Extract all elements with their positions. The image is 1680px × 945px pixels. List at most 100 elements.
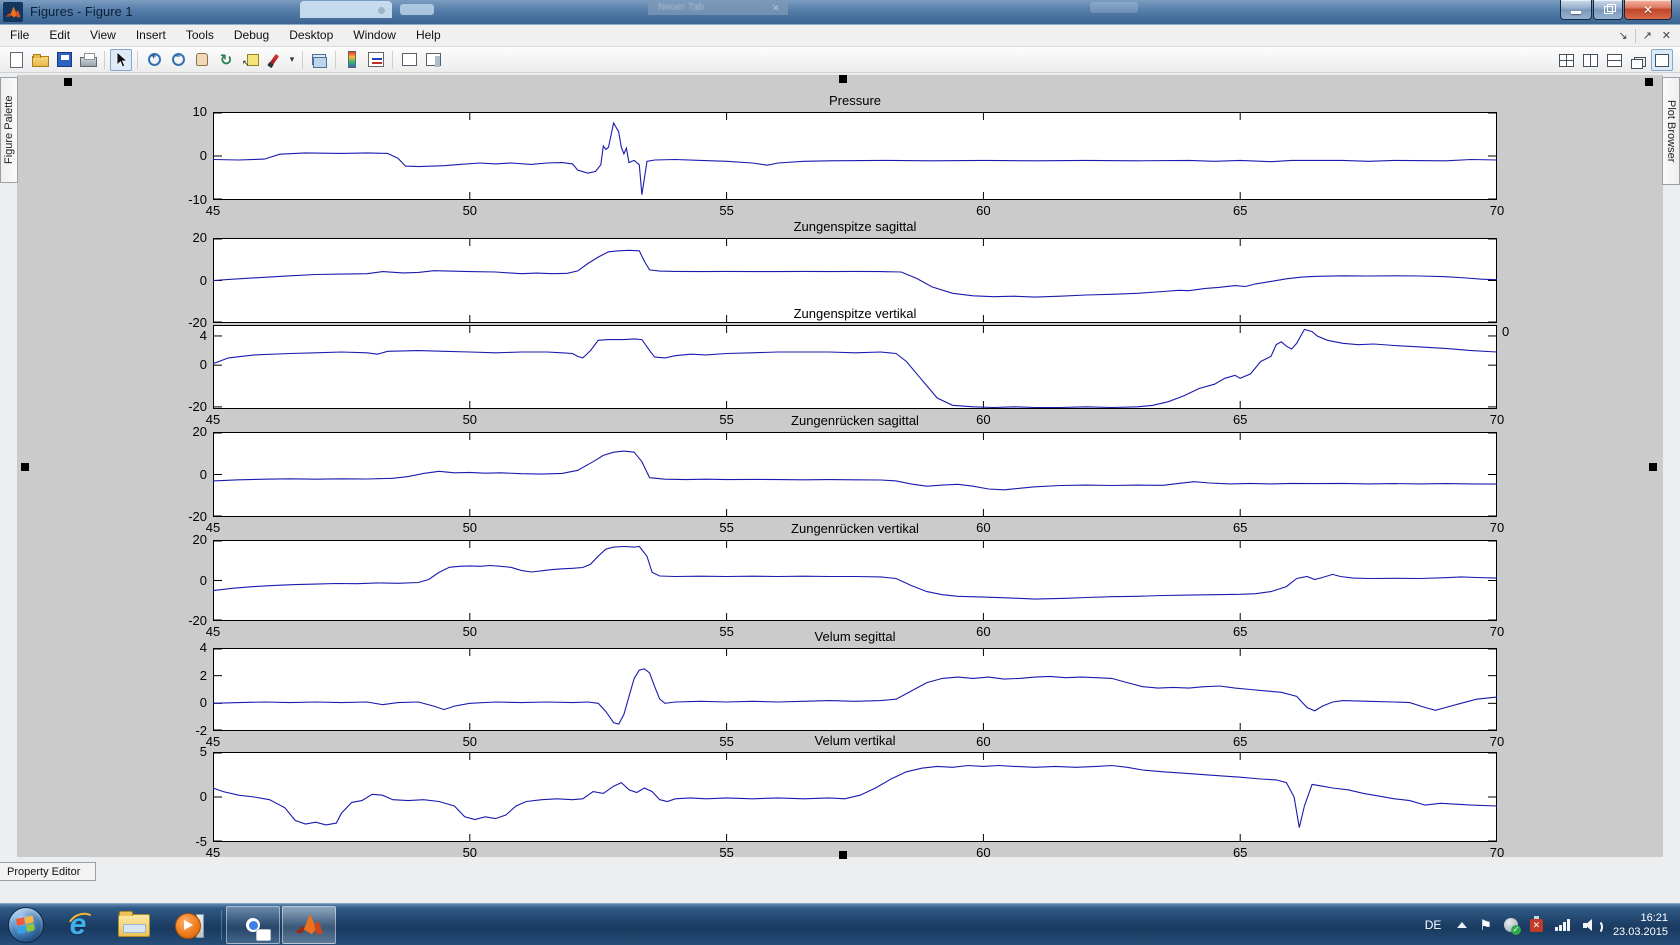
subplot-title-zungenr-cken-vertikal: Zungenrücken vertikal: [213, 521, 1497, 536]
ytick-label-zungenr-cken-sagittal: 0: [163, 467, 207, 482]
taskbar-matlab[interactable]: [282, 906, 336, 944]
taskbar-chrome[interactable]: [226, 906, 280, 944]
menu-window[interactable]: Window: [343, 25, 406, 46]
subplot-plot-area-velum-segittal: [213, 648, 1497, 731]
link-plots-button[interactable]: [308, 49, 330, 71]
xtick-label-velum-vertikal: 45: [193, 845, 233, 860]
show-plot-tools-button[interactable]: [422, 49, 444, 71]
ytick-label-velum-segittal: 4: [163, 640, 207, 655]
subplot-plot-area-zungenspitze-vertikal: [213, 325, 1497, 409]
menu-desktop[interactable]: Desktop: [279, 25, 343, 46]
menu-bar: FileEditViewInsertToolsDebugDesktopWindo…: [0, 25, 1680, 47]
edit-cursor-button[interactable]: [110, 49, 132, 71]
series-line-zungenr-cken-vertikal: [213, 547, 1497, 600]
layout-split-h-button[interactable]: [1603, 49, 1625, 71]
selection-handle: [1649, 463, 1657, 471]
series-line-velum-vertikal: [213, 766, 1497, 828]
taskbar-clock[interactable]: 16:21 23.03.2015: [1605, 911, 1680, 939]
insert-legend-button[interactable]: [365, 49, 387, 71]
menu-help[interactable]: Help: [406, 25, 451, 46]
series-line-zungenspitze-vertikal: [213, 329, 1497, 407]
open-file-button[interactable]: [29, 49, 51, 71]
taskbar-windows-explorer[interactable]: [107, 906, 161, 944]
dock-figure-icon[interactable]: ↘: [1613, 29, 1632, 42]
menu-insert[interactable]: Insert: [126, 25, 176, 46]
ytick-label-velum-vertikal: 0: [163, 789, 207, 804]
print-figure-button[interactable]: [77, 49, 99, 71]
undock-figure-icon[interactable]: ↗: [1638, 29, 1657, 42]
pan-hand-button[interactable]: [191, 49, 213, 71]
insert-colorbar-button[interactable]: [341, 49, 363, 71]
ytick-label-velum-vertikal: 5: [163, 744, 207, 759]
subplot-title-zungenr-cken-sagittal: Zungenrücken sagittal: [213, 413, 1497, 428]
selection-handle: [839, 75, 847, 83]
close-button[interactable]: ✕: [1624, 0, 1672, 20]
internet-explorer-icon: e: [70, 910, 87, 940]
flag-icon[interactable]: ⚑: [1479, 917, 1492, 934]
layout-split-v-button[interactable]: [1579, 49, 1601, 71]
taskbar-start-button[interactable]: [3, 906, 49, 944]
restore-icon: [1604, 6, 1613, 14]
layout-single-button[interactable]: [1651, 49, 1673, 71]
xtick-label-velum-vertikal: 55: [707, 845, 747, 860]
language-indicator[interactable]: DE: [1415, 918, 1452, 932]
toolbar-separator: [335, 51, 336, 69]
network-signal-icon[interactable]: [1555, 919, 1571, 931]
selection-handle: [21, 463, 29, 471]
property-editor-button[interactable]: Property Editor: [0, 862, 96, 881]
layout-grid-4-button[interactable]: [1555, 49, 1577, 71]
xtick-label-velum-vertikal: 70: [1477, 845, 1517, 860]
safely-remove-hardware-icon[interactable]: ✕: [1530, 919, 1543, 932]
menu-edit[interactable]: Edit: [39, 25, 80, 46]
xtick-label-velum-vertikal: 50: [450, 845, 490, 860]
subplot-plot-area-zungenr-cken-vertikal: [213, 540, 1497, 621]
ytick-label-pressure: 0: [163, 148, 207, 163]
rotate-3d-button[interactable]: [215, 49, 237, 71]
ytick-label-velum-segittal: 2: [163, 668, 207, 683]
zoom-out-button[interactable]: [167, 49, 189, 71]
xtick-label-velum-vertikal: 60: [963, 845, 1003, 860]
menu-tools[interactable]: Tools: [176, 25, 224, 46]
background-tab-close-icon-2: ✕: [772, 3, 780, 14]
xtick-label-pressure: 65: [1220, 203, 1260, 218]
matlab-app-icon: [3, 2, 23, 22]
subplot-title-zungenspitze-vertikal: Zungenspitze vertikal: [213, 306, 1497, 321]
selection-handle: [839, 851, 847, 859]
action-center-ok-icon[interactable]: [1504, 918, 1518, 932]
hide-plot-tools-button[interactable]: [398, 49, 420, 71]
title-bar: Figures - Figure 1 Neuer Tab ✕ ✕: [0, 0, 1680, 25]
screen: Figures - Figure 1 Neuer Tab ✕ ✕ FileEdi…: [0, 0, 1680, 945]
ytick-label-velum-segittal: 0: [163, 695, 207, 710]
restore-button[interactable]: [1593, 0, 1623, 20]
new-figure-button[interactable]: [5, 49, 27, 71]
clock-time: 16:21: [1613, 911, 1668, 925]
toolbar-separator: [104, 51, 105, 69]
subplot-plot-area-velum-vertikal: [213, 752, 1497, 842]
menu-debug[interactable]: Debug: [224, 25, 279, 46]
close-figure-icon[interactable]: ✕: [1657, 29, 1676, 42]
menu-file[interactable]: File: [0, 25, 39, 46]
menu-view[interactable]: View: [80, 25, 126, 46]
data-cursor-button[interactable]: [239, 49, 261, 71]
plot-browser-tab[interactable]: Plot Browser: [1662, 77, 1680, 185]
minimize-icon: [1571, 11, 1581, 14]
taskbar-divider: [221, 910, 222, 940]
series-line-zungenr-cken-sagittal: [213, 451, 1497, 490]
window-title: Figures - Figure 1: [30, 4, 133, 19]
background-browser-tab-2: Neuer Tab: [648, 1, 788, 15]
brush-button[interactable]: [263, 49, 285, 71]
minimize-button[interactable]: [1560, 0, 1592, 20]
layout-cascade-button[interactable]: [1627, 49, 1649, 71]
tray-expand-icon[interactable]: [1457, 922, 1467, 928]
taskbar-internet-explorer[interactable]: e: [51, 906, 105, 944]
figure-palette-tab[interactable]: Figure Palette: [0, 77, 18, 183]
figures-workspace: Figure Palette Plot Browser Property Edi…: [0, 73, 1680, 903]
volume-icon[interactable]: [1583, 918, 1599, 932]
zoom-in-button[interactable]: [143, 49, 165, 71]
save-figure-button[interactable]: [53, 49, 75, 71]
ytick-label-zungenr-cken-vertikal: 20: [163, 532, 207, 547]
taskbar-media-player[interactable]: [163, 906, 217, 944]
brush-caret-button[interactable]: [287, 49, 297, 71]
subplot-title-velum-segittal: Velum segittal: [213, 629, 1497, 644]
subplot-title-pressure: Pressure: [213, 93, 1497, 108]
